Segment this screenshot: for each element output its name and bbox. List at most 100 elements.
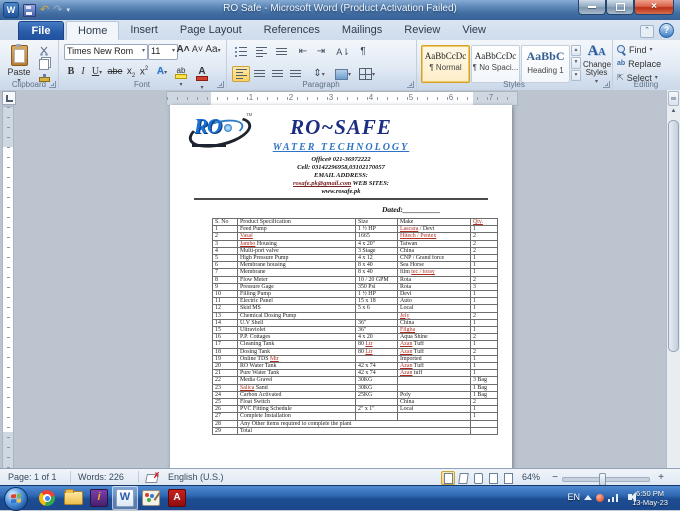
draft-view-button[interactable] [501, 471, 515, 485]
zoom-in-icon[interactable]: + [658, 472, 664, 483]
table-row[interactable]: 26 PVC Fitting Schedule 2" x 1" Local 1 [212, 405, 498, 414]
font-family-select[interactable]: Times New Rom ▾ [64, 44, 148, 60]
restore-button[interactable] [606, 0, 634, 15]
tab-selector[interactable] [2, 91, 16, 105]
table-row[interactable]: 14 U.V Shell 36" China 1 [212, 318, 498, 328]
show-paragraph-marks-button[interactable]: ¶ [354, 44, 372, 60]
taskbar-pdf-button[interactable]: A [164, 486, 190, 510]
table-row[interactable]: 7 Membrane 8 x 40 film tec / toray 1 [212, 268, 498, 277]
table-row[interactable]: 29 Total [212, 426, 498, 436]
table-row[interactable]: 22 Media Gravel 30KG 3 Bag [212, 376, 498, 385]
table-row[interactable]: 9 Pressure Gage 350 Psi Rota 3 [212, 282, 498, 292]
table-row[interactable]: 18 Dosing Tank 80 Ltr Azan Tuff 2 [212, 347, 498, 356]
tab-references[interactable]: References [253, 21, 331, 40]
paragraph-dialog-launcher[interactable] [407, 81, 414, 88]
taskbar-explorer-button[interactable] [60, 486, 86, 510]
tray-app-icon[interactable] [596, 494, 604, 502]
tab-file[interactable]: File [18, 21, 64, 41]
proofing-errors-icon[interactable] [146, 471, 160, 482]
tab-review[interactable]: Review [393, 21, 451, 40]
table-row[interactable]: 13 Chemical Dosing Pump Jely 2 [212, 311, 498, 320]
table-row[interactable]: 2 Vasal 1665 Hitech / Pentex 2 [212, 232, 498, 241]
table-row[interactable]: 10 Filling Pump 1 ½ HP Devi 1 [212, 290, 498, 299]
horizontal-ruler[interactable]: 1 2 3 4 5 6 7 [166, 91, 518, 106]
tab-view[interactable]: View [451, 21, 497, 40]
table-row[interactable]: 28 Any Other items required to complete t… [212, 419, 498, 428]
table-row[interactable]: 3 Jambo Housing 4 x 20" Taiwan 2 [212, 239, 498, 248]
table-row[interactable]: 8 Flow Meter 10 / 20 GPM Rota 2 [212, 275, 498, 284]
taskbar-chrome-button[interactable] [34, 486, 60, 510]
bullets-button[interactable] [232, 44, 250, 60]
decrease-indent-button[interactable]: ⇤ [294, 44, 312, 60]
tab-page-layout[interactable]: Page Layout [169, 21, 253, 40]
style-card--no-spaci-[interactable]: AaBbCcDc ¶ No Spaci... [471, 45, 520, 83]
scrollbar-thumb[interactable] [668, 120, 679, 352]
zoom-slider[interactable] [562, 473, 650, 486]
table-row[interactable]: 1 Feed Pump 1 ½ HP Lascara / Devi 1 [212, 225, 498, 234]
gallery-up-icon[interactable]: ▲ [571, 45, 581, 57]
subscript-button[interactable]: x2 [125, 66, 137, 80]
underline-button[interactable]: U▾ [90, 66, 104, 80]
highlight-button[interactable]: ab ▾ [172, 66, 190, 88]
table-row[interactable]: 17 Cleaning Tank 80 Ltr Azan Tuff 1 [212, 340, 498, 349]
clock[interactable]: 6:50 PM 13-May-23 [624, 489, 676, 507]
change-case-button[interactable]: Aa▾ [205, 44, 221, 58]
style-card--normal[interactable]: AaBbCcDc ¶ Normal [421, 45, 470, 83]
sort-button[interactable]: A⇂ [334, 44, 352, 60]
find-button[interactable]: Find ▾ [617, 43, 653, 56]
table-row[interactable]: 4 Multi-port valve 3 Stage China 2 [212, 246, 498, 256]
taskbar-paint-button[interactable] [138, 486, 164, 510]
tab-insert[interactable]: Insert [119, 21, 169, 40]
tab-mailings[interactable]: Mailings [331, 21, 393, 40]
scroll-up-icon[interactable]: ▲ [668, 106, 679, 117]
word-count[interactable]: Words: 226 [78, 472, 124, 482]
text-effects-button[interactable]: A▾ [155, 66, 169, 80]
multilevel-list-button[interactable] [272, 44, 290, 60]
page-count[interactable]: Page: 1 of 1 [8, 472, 57, 482]
table-row[interactable]: 21 Pure Water Tank 42 x 74 Azan tuff 1 [212, 369, 498, 378]
network-icon[interactable] [608, 494, 618, 502]
replace-button[interactable]: ab Replace [617, 57, 661, 70]
table-row[interactable]: 19 Online TDS Mtr Imported 1 [212, 354, 498, 364]
fullscreen-reading-view-button[interactable] [456, 471, 470, 485]
style-card-heading-1[interactable]: AaBbC Heading 1 [521, 45, 570, 83]
gallery-down-icon[interactable]: ▼ [571, 57, 581, 69]
email-link[interactable]: rosafe.pk@gmail.com [293, 180, 351, 187]
minimize-button[interactable] [578, 0, 606, 15]
outline-view-button[interactable] [486, 471, 500, 485]
tray-expand-icon[interactable] [584, 495, 592, 500]
help-icon[interactable]: ? [659, 23, 674, 38]
grow-font-button[interactable]: A˄ [176, 44, 190, 58]
table-row[interactable]: 20 RO Water Tank 42 x 74 Azan Tuff 1 [212, 362, 498, 371]
cut-button[interactable] [36, 44, 52, 57]
table-row[interactable]: 27 Complete Installation 1 [212, 412, 498, 421]
styles-dialog-launcher[interactable] [603, 81, 610, 88]
table-row[interactable]: 11 Electric Panel 15 x 18 Auto 1 [212, 297, 498, 306]
font-color-button[interactable]: A ▾ [194, 66, 210, 91]
close-button[interactable]: × [634, 0, 674, 15]
table-row[interactable]: 23 Salica Sand 30KG 1 Bag [212, 383, 498, 392]
taskbar-word-button[interactable]: W [112, 486, 138, 510]
increase-indent-button[interactable]: ⇥ [312, 44, 330, 60]
table-row[interactable]: 5 High Pressure Pump 4 x 12 CNP / Grand for… [212, 254, 498, 263]
font-size-select[interactable]: 11 ▾ [148, 44, 178, 60]
start-button[interactable] [4, 487, 28, 511]
vertical-ruler[interactable] [2, 106, 14, 469]
numbering-button[interactable] [252, 44, 270, 60]
font-dialog-launcher[interactable] [217, 81, 224, 88]
zoom-out-icon[interactable]: − [552, 472, 558, 483]
print-layout-view-button[interactable] [441, 471, 455, 485]
table-row[interactable]: 12 Skid MS 5 x 6 Local 1 [212, 304, 498, 313]
table-row[interactable]: 6 Membrane housing 8 x 40 Sea Horse 1 [212, 261, 498, 270]
vertical-scrollbar[interactable]: ▲ [666, 90, 680, 469]
web-layout-view-button[interactable] [471, 471, 485, 485]
clipboard-dialog-launcher[interactable] [49, 81, 56, 88]
italic-button[interactable]: I [78, 66, 88, 80]
ruler-toggle-icon[interactable] [668, 91, 679, 106]
document-page[interactable]: RO TM RO~SAFE WATER TECHNOLOGY Office# 0… [170, 105, 512, 469]
bold-button[interactable]: B [66, 66, 76, 80]
ribbon-minimize-icon[interactable]: ⌃ [640, 25, 654, 38]
language-indicator[interactable]: English (U.S.) [168, 472, 224, 482]
zoom-level[interactable]: 64% [522, 472, 540, 482]
table-row[interactable]: 15 Ultraviolet 36" Filgba 1 [212, 326, 498, 335]
